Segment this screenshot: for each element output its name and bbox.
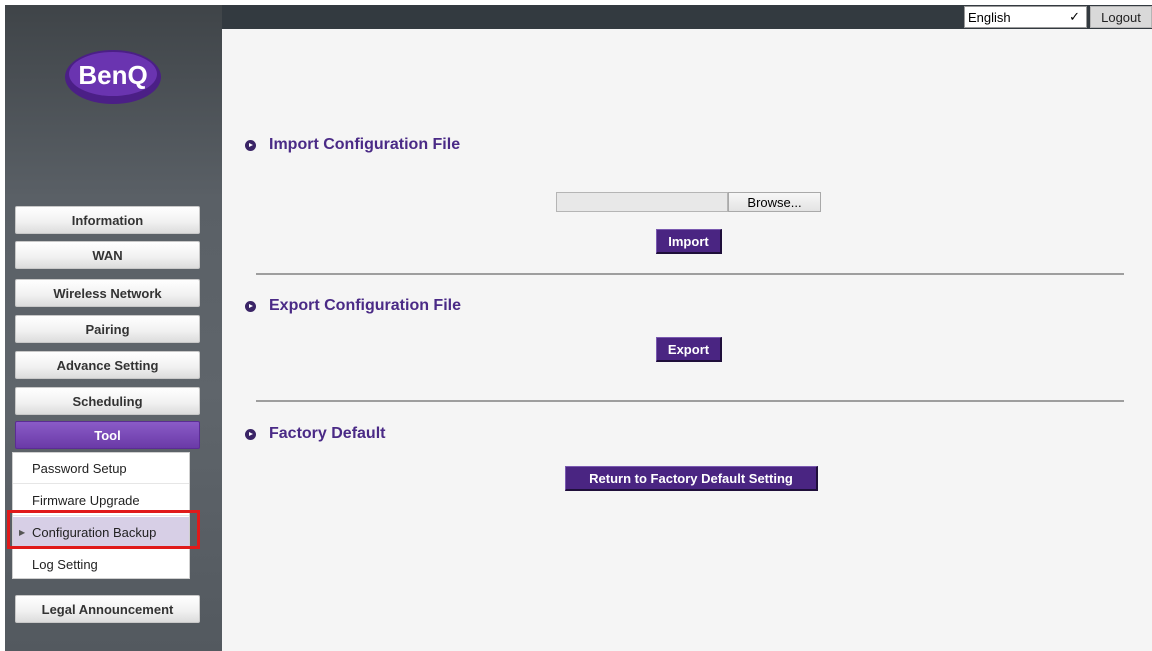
submenu-item-log-setting[interactable]: Log Setting xyxy=(13,549,189,580)
language-value: English xyxy=(968,9,1011,25)
language-select[interactable]: English ✓ xyxy=(964,6,1087,28)
browse-button[interactable]: Browse... xyxy=(728,192,821,212)
section-import: Import Configuration File xyxy=(245,136,460,154)
submenu-item-label: Configuration Backup xyxy=(32,524,157,540)
sidebar-item-information[interactable]: Information xyxy=(15,206,200,234)
sidebar-item-scheduling[interactable]: Scheduling xyxy=(15,387,200,415)
sidebar-item-wireless-network[interactable]: Wireless Network xyxy=(15,279,200,307)
file-path-input[interactable] xyxy=(556,192,728,212)
caret-right-icon: ▶ xyxy=(19,527,26,537)
section-export: Export Configuration File xyxy=(245,297,461,315)
divider xyxy=(256,400,1124,402)
submenu-item-firmware-upgrade[interactable]: Firmware Upgrade xyxy=(13,485,189,516)
submenu-item-password-setup[interactable]: Password Setup xyxy=(13,453,189,484)
sidebar-item-pairing[interactable]: Pairing xyxy=(15,315,200,343)
benq-logo: BenQ xyxy=(65,50,161,104)
chevron-down-icon: ✓ xyxy=(1069,9,1080,24)
factory-reset-button[interactable]: Return to Factory Default Setting xyxy=(565,466,818,491)
section-title-import: Import Configuration File xyxy=(269,136,461,153)
submenu-item-label: Password Setup xyxy=(32,460,127,476)
logout-button[interactable]: Logout xyxy=(1090,6,1152,28)
submenu-item-label: Log Setting xyxy=(32,557,98,572)
sidebar: BenQ Information WAN Wireless Network Pa… xyxy=(5,5,222,651)
svg-text:BenQ: BenQ xyxy=(78,60,147,90)
import-button[interactable]: Import xyxy=(656,229,722,254)
sidebar-item-tool[interactable]: Tool xyxy=(15,421,200,449)
sidebar-item-wan[interactable]: WAN xyxy=(15,241,200,269)
circle-arrow-icon xyxy=(245,428,256,440)
sidebar-item-advance-setting[interactable]: Advance Setting xyxy=(15,351,200,379)
divider xyxy=(256,273,1124,275)
submenu-item-configuration-backup[interactable]: ▶ Configuration Backup xyxy=(13,517,189,548)
submenu-item-label: Firmware Upgrade xyxy=(32,492,140,508)
section-title-export: Export Configuration File xyxy=(269,297,461,314)
circle-arrow-icon xyxy=(245,300,256,312)
export-button[interactable]: Export xyxy=(656,337,722,362)
circle-arrow-icon xyxy=(245,139,256,151)
sidebar-item-legal-announcement[interactable]: Legal Announcement xyxy=(15,595,200,623)
section-factory-default: Factory Default xyxy=(245,425,385,443)
tool-submenu: Password Setup Firmware Upgrade ▶ Config… xyxy=(12,452,190,579)
section-title-factory-default: Factory Default xyxy=(269,425,386,442)
